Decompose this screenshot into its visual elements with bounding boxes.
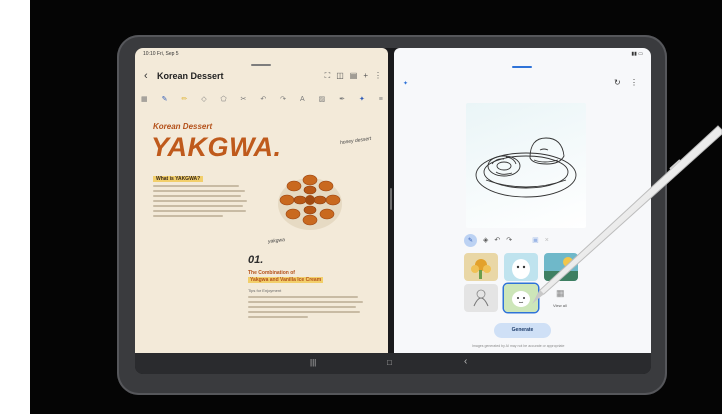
handwritten-note: honey dessert [339,135,372,147]
note-title: Korean Dessert [157,71,224,81]
window-handle[interactable] [251,64,271,66]
more-vert-icon[interactable]: ⋮ [630,78,638,87]
undo-icon[interactable]: ↶ [494,236,500,244]
eraser-icon[interactable]: ◇ [201,95,206,103]
back-nav-icon[interactable]: ‹ [464,356,467,367]
window-handle[interactable] [512,66,532,68]
tips-label: Tips for Enjoyment [248,288,282,293]
pen-toolbar: ▦ ✎ ✏ ◇ ⬠ ✂ ↶ ↷ A ▨ ✒ ✦ ≡ [141,93,383,105]
status-icons: ▮▮ ▭ [631,51,643,57]
doc-kicker: Korean Dessert [153,122,213,131]
status-time: 10:10 Fri, Sep 5 [143,51,179,57]
refresh-icon[interactable]: ↻ [614,78,621,87]
ai-disclaimer: Images generated by AI may not be accura… [472,344,565,348]
reading-mode-icon[interactable]: ⛶ [325,71,331,81]
yakgwa-photo [278,174,342,230]
section-heading-highlight: Yakgwa and Vanilla Ice Cream [248,277,324,283]
pen-icon[interactable]: ✎ [162,95,168,103]
divider-grip[interactable] [390,188,392,210]
body-text-line [153,205,243,207]
recents-icon[interactable]: ||| [310,358,316,367]
body-text-line [248,311,360,313]
image-icon[interactable]: ▨ [319,95,326,103]
more-icon[interactable]: ≡ [379,96,383,103]
pin-icon[interactable]: ✦ [403,80,408,87]
body-text-line [153,200,247,202]
signal-icon: ▮▮ [631,51,637,57]
body-text-line [153,190,245,192]
lasso-icon[interactable]: ✂ [241,95,247,103]
body-text-line [248,306,356,308]
battery-icon: ▭ [638,51,643,57]
generate-button[interactable]: Generate [494,323,551,338]
highlighter-icon[interactable]: ✏ [181,95,187,103]
body-text-line [153,215,223,217]
note-header-actions: ⛶ ◫ ▤ + ⋮ [325,71,382,81]
pen-settings-icon[interactable]: ✒ [339,95,345,103]
shape-icon[interactable]: ⬠ [221,95,227,103]
ai-assist-icon[interactable]: ✦ [359,95,365,103]
body-text-line [153,210,246,212]
style-option-pencil-sketch[interactable] [464,284,498,312]
redo-icon[interactable]: ↷ [280,95,286,103]
more-vert-icon[interactable]: ⋮ [374,71,382,81]
body-text-line [248,296,358,298]
redo-icon[interactable]: ↷ [506,236,512,244]
text-icon[interactable]: A [300,96,305,103]
book-icon[interactable]: ◫ [336,71,344,81]
body-text-line [248,316,308,318]
undo-icon[interactable]: ↶ [260,95,266,103]
section-number: 01. [248,254,264,266]
section-heading: The Combination of [248,270,295,276]
handwritten-note: yakgwa [267,237,286,245]
page-icon[interactable]: ▤ [350,71,358,81]
s-pen-stylus [532,125,722,304]
body-text-line [248,301,363,303]
doc-question-highlight: What is YAKGWA? [153,176,204,182]
pen-select-icon[interactable]: ✎ [464,233,477,247]
eraser-icon[interactable]: ◈ [483,236,488,244]
template-icon[interactable]: ▦ [141,95,148,103]
doc-heading: YAKGWA. [151,132,282,162]
notes-app-pane: 10:10 Fri, Sep 5 ‹ Korean Dessert ⛶ ◫ ▤ … [135,48,388,353]
home-icon[interactable]: □ [387,358,392,367]
note-title-bar: ‹ Korean Dessert ⛶ ◫ ▤ + ⋮ [135,68,388,84]
body-text-line [153,185,239,187]
style-option-watercolor-flower[interactable] [464,253,498,281]
back-icon[interactable]: ‹ [144,68,148,84]
body-text-line [153,195,241,197]
add-icon[interactable]: + [363,71,368,81]
navigation-bar: ||| □ ‹ [135,353,651,374]
